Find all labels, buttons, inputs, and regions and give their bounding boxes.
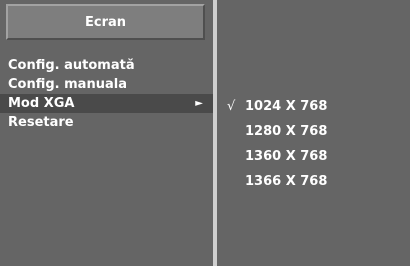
menu-title: Ecran bbox=[84, 14, 127, 30]
menu-list: Config. automată Config. manuala Mod XGA… bbox=[0, 56, 213, 132]
menu-item-xga-mode[interactable]: Mod XGA ► bbox=[0, 94, 213, 113]
menu-item-manual-config[interactable]: Config. manuala bbox=[0, 75, 213, 94]
menu-item-label: Resetare bbox=[8, 115, 74, 130]
checkmark-icon: √ bbox=[227, 99, 236, 114]
resolution-option-1024x768[interactable]: √ 1024 X 768 bbox=[227, 98, 397, 123]
menu-item-label: Mod XGA bbox=[8, 96, 75, 111]
resolution-label: 1024 X 768 bbox=[245, 99, 328, 114]
resolution-label: 1360 X 768 bbox=[245, 149, 328, 164]
submenu-panel: √ 1024 X 768 1280 X 768 1360 X 768 1366 … bbox=[215, 0, 410, 266]
resolution-option-list: √ 1024 X 768 1280 X 768 1360 X 768 1366 … bbox=[227, 98, 397, 198]
resolution-option-1366x768[interactable]: 1366 X 768 bbox=[227, 173, 397, 198]
main-menu-panel: Ecran Config. automată Config. manuala M… bbox=[0, 0, 215, 266]
resolution-label: 1366 X 768 bbox=[245, 174, 328, 189]
resolution-option-1280x768[interactable]: 1280 X 768 bbox=[227, 123, 397, 148]
menu-item-label: Config. automată bbox=[8, 58, 135, 73]
menu-title-bar: Ecran bbox=[6, 4, 205, 40]
menu-item-auto-config[interactable]: Config. automată bbox=[0, 56, 213, 75]
submenu-arrow-icon: ► bbox=[195, 98, 203, 109]
osd-menu: Ecran Config. automată Config. manuala M… bbox=[0, 0, 410, 266]
resolution-option-1360x768[interactable]: 1360 X 768 bbox=[227, 148, 397, 173]
resolution-label: 1280 X 768 bbox=[245, 124, 328, 139]
menu-item-reset[interactable]: Resetare bbox=[0, 113, 213, 132]
menu-item-label: Config. manuala bbox=[8, 77, 127, 92]
